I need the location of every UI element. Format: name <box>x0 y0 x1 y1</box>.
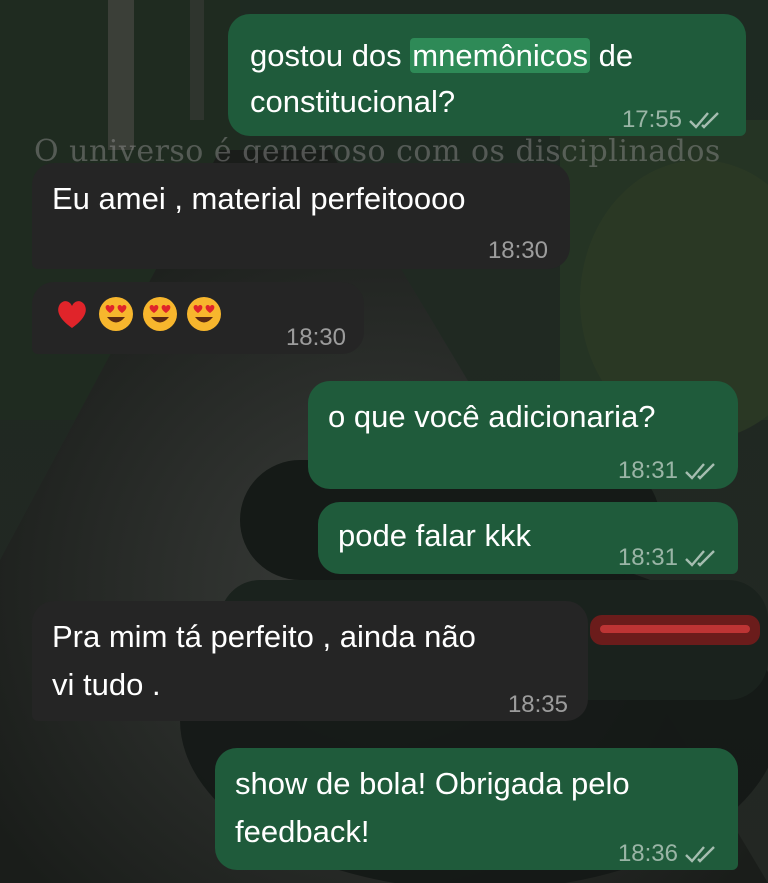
message-time: 18:30 <box>487 237 548 264</box>
read-receipt-icon <box>685 462 715 480</box>
message-text: pode falar kkk <box>338 518 531 553</box>
read-receipt-icon <box>685 549 715 567</box>
message-meta: 18:35 <box>508 683 568 726</box>
message-text: gostou dos mnemônicos de <box>250 34 633 77</box>
message-bubble-incoming[interactable]: 18:30 <box>32 282 364 354</box>
message-bubble-incoming[interactable]: Pra mim tá perfeito , ainda não vi tudo … <box>32 601 588 721</box>
message-meta: 18:30 <box>286 316 346 359</box>
message-time: 18:36 <box>617 840 678 867</box>
message-time: 18:31 <box>617 457 678 484</box>
emoji-row <box>54 296 222 332</box>
heart-eyes-emoji-icon <box>99 297 133 331</box>
message-bubble-outgoing[interactable]: pode falar kkk 18:31 <box>318 502 738 574</box>
message-text: o que você adicionaria? <box>328 399 656 434</box>
message-meta: 18:30 <box>488 229 548 272</box>
message-time: 18:35 <box>507 691 568 718</box>
message-meta: 17:55 <box>622 98 722 141</box>
heart-eyes-emoji-icon <box>143 297 177 331</box>
message-bubble-outgoing[interactable]: gostou dos mnemônicos de constitucional?… <box>228 14 746 136</box>
heart-eyes-emoji-icon <box>187 297 221 331</box>
message-text-line2: constitucional? <box>250 84 456 119</box>
message-bubble-incoming[interactable]: Eu amei , material perfeitoooo 18:30 <box>32 163 570 269</box>
message-meta: 18:31 <box>618 449 718 492</box>
message-text-part: de <box>590 38 634 73</box>
message-time: 17:55 <box>621 106 682 133</box>
message-time: 18:30 <box>285 324 346 351</box>
message-text-line1: Pra mim tá perfeito , ainda não <box>52 619 476 654</box>
message-meta: 18:36 <box>618 832 718 875</box>
message-meta: 18:31 <box>618 536 718 579</box>
read-receipt-icon <box>689 111 719 129</box>
red-heart-icon <box>58 301 86 328</box>
message-bubble-outgoing[interactable]: o que você adicionaria? 18:31 <box>308 381 738 489</box>
message-text-line2: feedback! <box>235 814 370 849</box>
message-text: Eu amei , material perfeitoooo <box>52 181 466 216</box>
read-receipt-icon <box>685 845 715 863</box>
message-text-line1: show de bola! Obrigada pelo <box>235 766 630 801</box>
message-bubble-outgoing[interactable]: show de bola! Obrigada pelo feedback! 18… <box>215 748 738 870</box>
message-text-part: gostou dos <box>250 38 411 73</box>
search-highlight: mnemônicos <box>410 38 591 73</box>
message-time: 18:31 <box>617 544 678 571</box>
message-text-line2: vi tudo . <box>52 667 161 702</box>
